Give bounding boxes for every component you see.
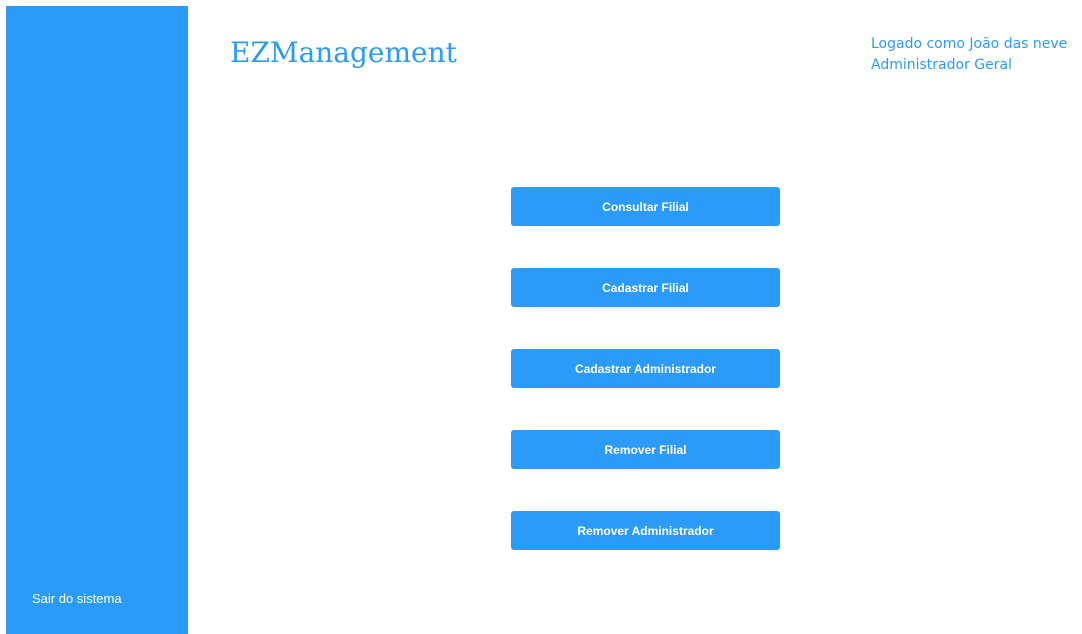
sidebar: Sair do sistema [6, 6, 188, 634]
action-menu: Consultar Filial Cadastrar Filial Cadast… [511, 187, 780, 592]
logout-link[interactable]: Sair do sistema [32, 591, 122, 606]
user-info: Logado como João das neve Administrador … [871, 34, 1076, 76]
remover-administrador-button[interactable]: Remover Administrador [511, 511, 780, 550]
logged-user-label: Logado como João das neve [871, 36, 1068, 52]
consultar-filial-button[interactable]: Consultar Filial [511, 187, 780, 226]
remover-filial-button[interactable]: Remover Filial [511, 430, 780, 469]
brand-title: EZManagement [230, 36, 457, 69]
cadastrar-administrador-button[interactable]: Cadastrar Administrador [511, 349, 780, 388]
page: Sair do sistema EZManagement Logado como… [0, 0, 1082, 634]
user-role-label: Administrador Geral [871, 57, 1012, 73]
cadastrar-filial-button[interactable]: Cadastrar Filial [511, 268, 780, 307]
